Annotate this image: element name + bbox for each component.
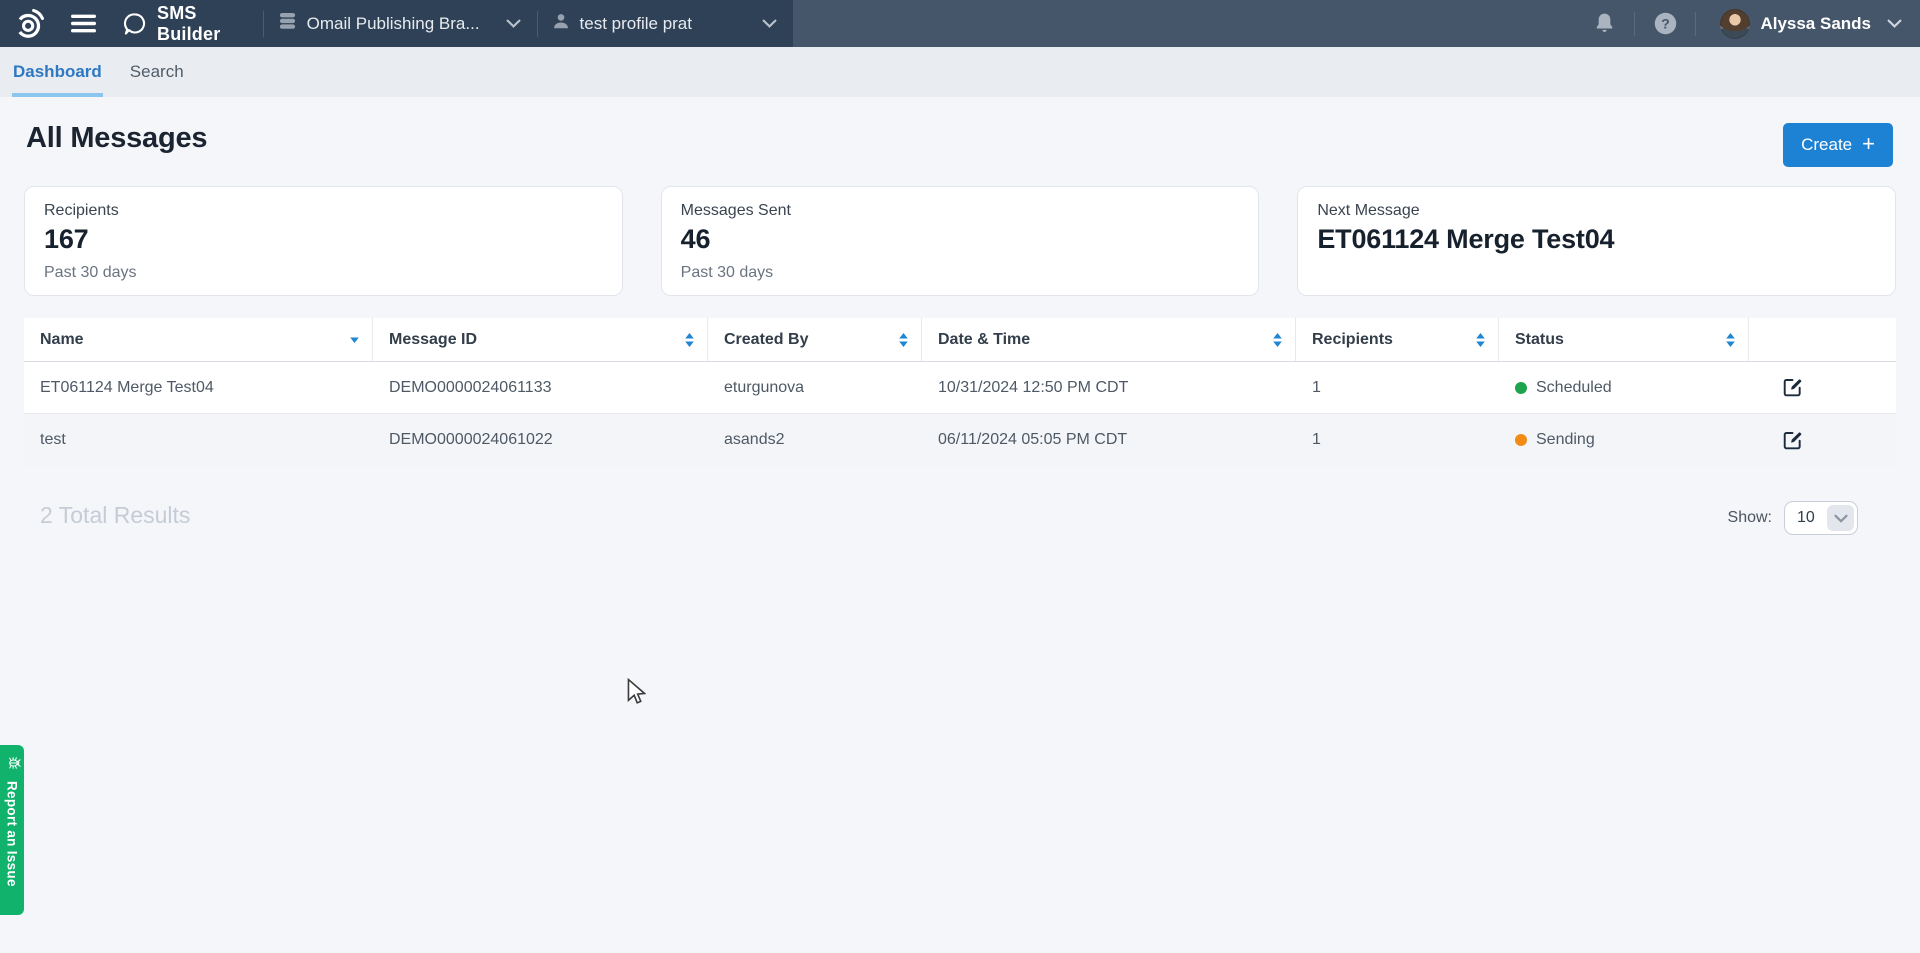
cell-actions	[1749, 362, 1896, 413]
status-dot-icon	[1515, 434, 1527, 446]
cell-name: ET061124 Merge Test04	[24, 362, 373, 413]
profile-selector-dropdown[interactable]: test profile prat	[538, 0, 793, 47]
card-caption: Past 30 days	[44, 264, 603, 282]
column-header-label: Recipients	[1312, 331, 1393, 349]
cell-created-by: eturgunova	[708, 362, 922, 413]
sort-both-icon	[898, 333, 909, 347]
card-label: Recipients	[44, 202, 603, 220]
edit-message-button[interactable]	[1782, 377, 1803, 398]
cell-message-id: DEMO0000024061133	[373, 362, 708, 413]
total-results-label: 2 Total Results	[40, 502, 190, 529]
tab-strip: Dashboard Search	[0, 47, 1920, 97]
cell-recipients: 1	[1296, 362, 1499, 413]
brand-selector-label: Omail Publishing Bra...	[307, 14, 480, 34]
tab-dashboard[interactable]: Dashboard	[12, 47, 103, 97]
chevron-down-icon[interactable]	[1887, 15, 1902, 33]
status-text: Sending	[1536, 431, 1595, 449]
user-name: Alyssa Sands	[1760, 14, 1871, 34]
stat-cards-row: Recipients 167 Past 30 days Messages Sen…	[24, 186, 1896, 296]
table-header-row: Name Message ID Created By Date & Time Recip…	[24, 318, 1896, 362]
table-row[interactable]: ET061124 Merge Test04DEMO0000024061133et…	[24, 362, 1896, 414]
chevron-down-icon	[506, 19, 521, 28]
cell-date-time: 06/11/2024 05:05 PM CDT	[922, 414, 1296, 466]
sort-both-icon	[684, 333, 695, 347]
hamburger-menu-icon[interactable]	[71, 14, 96, 33]
table-body: ET061124 Merge Test04DEMO0000024061133et…	[24, 362, 1896, 466]
table-row[interactable]: testDEMO0000024061022asands206/11/2024 0…	[24, 414, 1896, 466]
help-icon[interactable]: ?	[1645, 11, 1685, 36]
profile-selector-label: test profile prat	[580, 14, 692, 34]
card-caption: Past 30 days	[681, 264, 1240, 282]
svg-text:?: ?	[1661, 15, 1670, 31]
chevron-down-icon	[1827, 505, 1854, 531]
column-header-label: Message ID	[389, 331, 477, 349]
top-header-right-section: ? Alyssa Sands	[793, 0, 1920, 47]
notifications-bell-icon[interactable]	[1584, 11, 1624, 36]
sort-both-icon	[1725, 333, 1736, 347]
show-select-value: 10	[1785, 509, 1827, 527]
sort-both-icon	[1272, 333, 1283, 347]
chat-bubble-icon	[122, 11, 148, 37]
show-per-page-group: Show: 10	[1728, 501, 1858, 535]
report-an-issue-tab[interactable]: Report an Issue	[0, 745, 24, 915]
status-text: Scheduled	[1536, 379, 1612, 397]
column-header-name[interactable]: Name	[24, 318, 373, 361]
responsys-logo-icon[interactable]	[13, 6, 46, 42]
plus-icon: +	[1862, 133, 1875, 155]
tab-dashboard-label: Dashboard	[13, 62, 102, 82]
column-header-label: Date & Time	[938, 331, 1030, 349]
cell-recipients: 1	[1296, 414, 1499, 466]
header-divider	[1634, 12, 1635, 36]
cell-message-id: DEMO0000024061022	[373, 414, 708, 466]
chevron-down-icon	[762, 19, 777, 28]
cell-created-by: asands2	[708, 414, 922, 466]
top-header-bar: SMS Builder Omail Publishing Bra... test…	[0, 0, 1920, 47]
card-value: 167	[44, 224, 603, 255]
page-title: All Messages	[26, 122, 207, 155]
cell-status: Sending	[1499, 414, 1749, 466]
column-header-message-id[interactable]: Message ID	[373, 318, 708, 361]
card-value: ET061124 Merge Test04	[1317, 224, 1876, 255]
show-label: Show:	[1728, 509, 1772, 527]
card-messages-sent: Messages Sent 46 Past 30 days	[661, 186, 1260, 296]
cell-status: Scheduled	[1499, 362, 1749, 413]
tab-search-label: Search	[130, 62, 184, 82]
app-title: SMS Builder	[157, 3, 249, 45]
column-header-created-by[interactable]: Created By	[708, 318, 922, 361]
cell-actions	[1749, 414, 1896, 466]
card-recipients: Recipients 167 Past 30 days	[24, 186, 623, 296]
header-divider	[1695, 12, 1696, 36]
column-header-label: Name	[40, 331, 84, 349]
sort-both-icon	[1475, 333, 1486, 347]
card-next-message: Next Message ET061124 Merge Test04	[1297, 186, 1896, 296]
report-an-issue-label: Report an Issue	[5, 781, 20, 887]
create-button[interactable]: Create +	[1783, 123, 1893, 167]
cell-date-time: 10/31/2024 12:50 PM CDT	[922, 362, 1296, 413]
create-button-label: Create	[1801, 135, 1852, 155]
brand-selector-dropdown[interactable]: Omail Publishing Bra...	[264, 0, 537, 47]
edit-message-button[interactable]	[1782, 430, 1803, 451]
cell-name: test	[24, 414, 373, 466]
status-dot-icon	[1515, 382, 1527, 394]
column-header-label: Status	[1515, 331, 1564, 349]
sort-desc-icon	[349, 337, 360, 343]
card-label: Messages Sent	[681, 202, 1240, 220]
card-label: Next Message	[1317, 202, 1876, 220]
show-per-page-select[interactable]: 10	[1784, 501, 1858, 535]
tab-search[interactable]: Search	[129, 47, 185, 97]
user-avatar[interactable]	[1720, 9, 1750, 39]
top-header-left-section: SMS Builder Omail Publishing Bra... test…	[0, 0, 793, 47]
column-header-recipients[interactable]: Recipients	[1296, 318, 1499, 361]
card-value: 46	[681, 224, 1240, 255]
person-icon	[552, 12, 570, 35]
messages-table: Name Message ID Created By Date & Time Recip…	[24, 318, 1896, 466]
database-icon	[278, 12, 297, 35]
column-header-label: Created By	[724, 331, 808, 349]
bug-icon	[2, 756, 22, 771]
column-header-date-time[interactable]: Date & Time	[922, 318, 1296, 361]
column-header-actions	[1749, 318, 1896, 361]
mouse-cursor	[627, 678, 646, 711]
column-header-status[interactable]: Status	[1499, 318, 1749, 361]
